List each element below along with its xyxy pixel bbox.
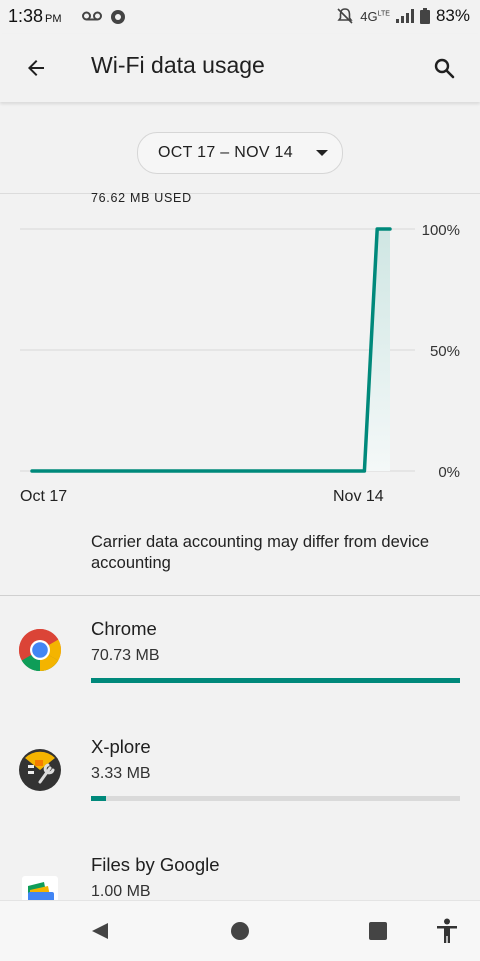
sync-icon — [111, 10, 125, 24]
usage-bar-fill — [91, 796, 106, 801]
carrier-note: Carrier data accounting may differ from … — [91, 533, 430, 572]
back-button[interactable] — [14, 46, 58, 90]
nav-home-icon[interactable] — [230, 921, 250, 941]
page-title: Wi-Fi data usage — [91, 52, 265, 78]
cycle-dropdown[interactable]: OCT 17 – NOV 14 — [137, 132, 343, 174]
app-name: Files by Google — [91, 854, 220, 875]
app-size: 3.33 MB — [91, 765, 151, 782]
y-tick-label: 0% — [438, 464, 460, 481]
app-name: Chrome — [91, 618, 157, 639]
app-bar: Wi-Fi data usage — [0, 34, 480, 102]
arrow-back-icon — [28, 60, 44, 76]
battery-icon — [419, 8, 430, 24]
chart-grid — [20, 228, 415, 472]
network-type: 4GLTE — [360, 8, 390, 24]
y-tick-label: 50% — [430, 343, 460, 360]
notifications-off-icon — [337, 8, 353, 24]
battery-percent: 83% — [435, 6, 470, 25]
app-size: 1.00 MB — [91, 883, 151, 900]
search-icon — [434, 58, 455, 79]
usage-bar — [91, 796, 460, 801]
chart-start-date: Oct 17 — [20, 488, 68, 505]
xplore-icon — [19, 749, 61, 791]
usage-bar — [91, 678, 460, 683]
usage-chart: 0% 50% 100% — [20, 222, 460, 481]
app-name: X-plore — [91, 736, 151, 757]
signal-icon — [395, 9, 414, 23]
app-item-chrome[interactable]: Chrome 70.73 MB — [0, 596, 480, 706]
dropdown-caret-icon — [316, 150, 328, 156]
status-bar: 1:38 PM 4GLTE 83% — [0, 0, 480, 34]
divider — [0, 193, 480, 194]
y-tick-label: 100% — [422, 222, 460, 239]
app-size: 70.73 MB — [91, 647, 160, 664]
status-time: 1:38 PM — [8, 6, 62, 26]
nav-recents-icon[interactable] — [368, 921, 388, 941]
navigation-bar — [0, 900, 480, 961]
search-button[interactable] — [422, 46, 466, 90]
app-item-xplore[interactable]: X-plore 3.33 MB — [0, 714, 480, 824]
cycle-label: OCT 17 – NOV 14 — [158, 144, 293, 161]
nav-back-icon[interactable] — [90, 921, 110, 941]
accessibility-icon[interactable] — [436, 918, 458, 944]
data-used-label: 76.62 MB USED — [91, 191, 192, 205]
chrome-icon — [18, 629, 62, 672]
voicemail-icon — [82, 11, 102, 21]
usage-bar-fill — [91, 678, 460, 683]
chart-end-date: Nov 14 — [333, 488, 384, 505]
